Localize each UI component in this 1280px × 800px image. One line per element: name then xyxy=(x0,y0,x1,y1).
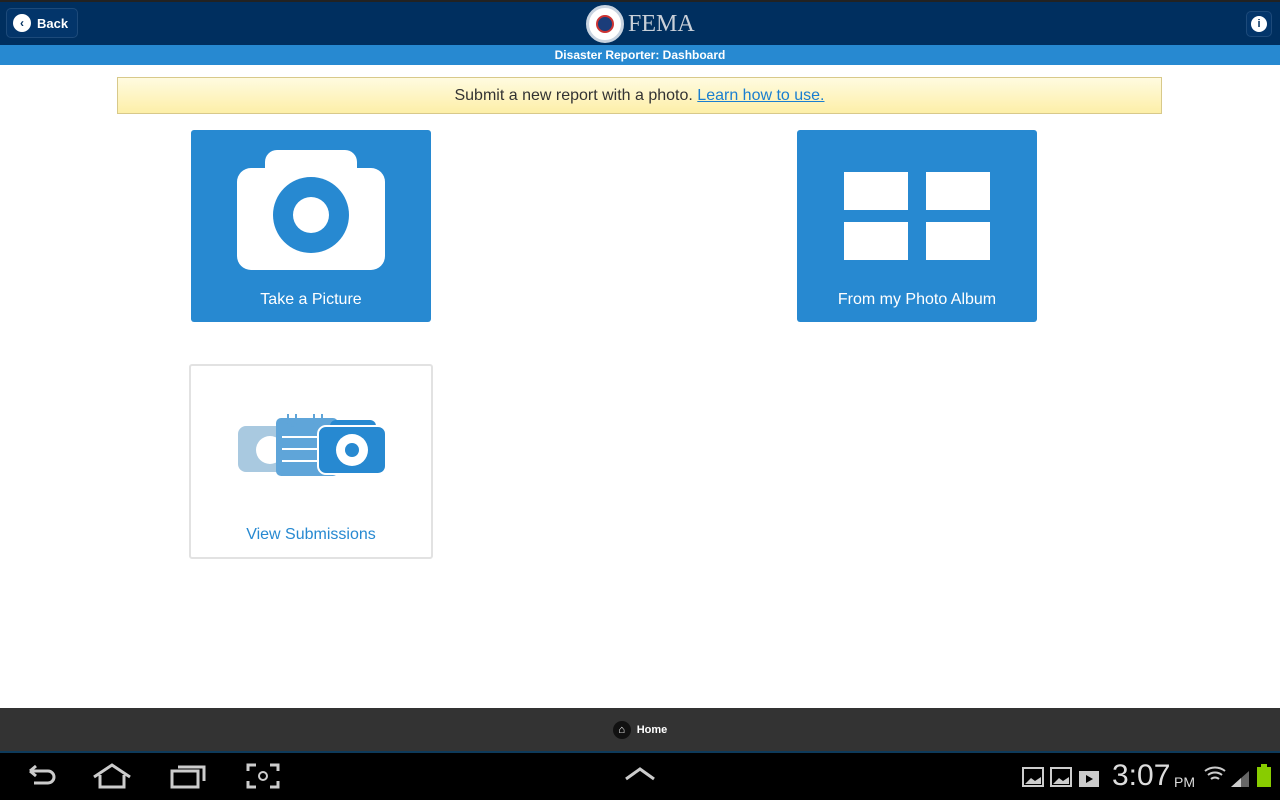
learn-how-link[interactable]: Learn how to use. xyxy=(697,87,824,104)
tile-label: View Submissions xyxy=(246,526,376,543)
info-banner: Submit a new report with a photo. Learn … xyxy=(117,77,1162,114)
fema-logo: FEMA xyxy=(586,5,695,43)
notification-icons xyxy=(1022,767,1099,787)
camera-icon xyxy=(237,150,385,270)
home-nav-icon[interactable] xyxy=(92,763,132,789)
chevron-left-icon: ‹ xyxy=(13,14,31,32)
gallery-grid-icon xyxy=(844,172,990,260)
home-icon: ⌂ xyxy=(612,720,631,739)
take-picture-button[interactable]: Take a Picture xyxy=(191,130,431,322)
logo-text: FEMA xyxy=(628,10,695,37)
battery-icon xyxy=(1257,764,1271,787)
tile-label: Take a Picture xyxy=(260,291,362,308)
info-button[interactable]: i xyxy=(1246,11,1272,37)
back-nav-icon[interactable] xyxy=(22,763,56,789)
back-button[interactable]: ‹ Back xyxy=(6,8,78,38)
view-submissions-button[interactable]: View Submissions xyxy=(189,364,433,559)
chevron-up-icon[interactable] xyxy=(624,767,656,781)
recent-apps-icon[interactable] xyxy=(170,763,206,789)
page-title: Disaster Reporter: Dashboard xyxy=(0,45,1280,65)
app-header: ‹ Back FEMA i xyxy=(0,0,1280,45)
system-bar: 3:07 PM xyxy=(0,753,1280,800)
tile-label: From my Photo Album xyxy=(837,291,997,308)
home-label: Home xyxy=(636,723,668,736)
banner-text: Submit a new report with a photo. xyxy=(454,87,693,104)
clock-ampm: PM xyxy=(1174,774,1195,790)
screenshot-icon[interactable] xyxy=(246,763,280,789)
clock-time: 3:07 xyxy=(1112,759,1171,792)
home-nav-button[interactable]: ⌂ Home xyxy=(0,708,1280,753)
dhs-seal-icon xyxy=(586,5,624,43)
info-icon: i xyxy=(1251,16,1267,32)
wifi-signal-icon xyxy=(1204,766,1249,787)
back-label: Back xyxy=(37,15,69,31)
photo-album-button[interactable]: From my Photo Album xyxy=(797,130,1037,322)
submissions-icon xyxy=(238,414,387,476)
